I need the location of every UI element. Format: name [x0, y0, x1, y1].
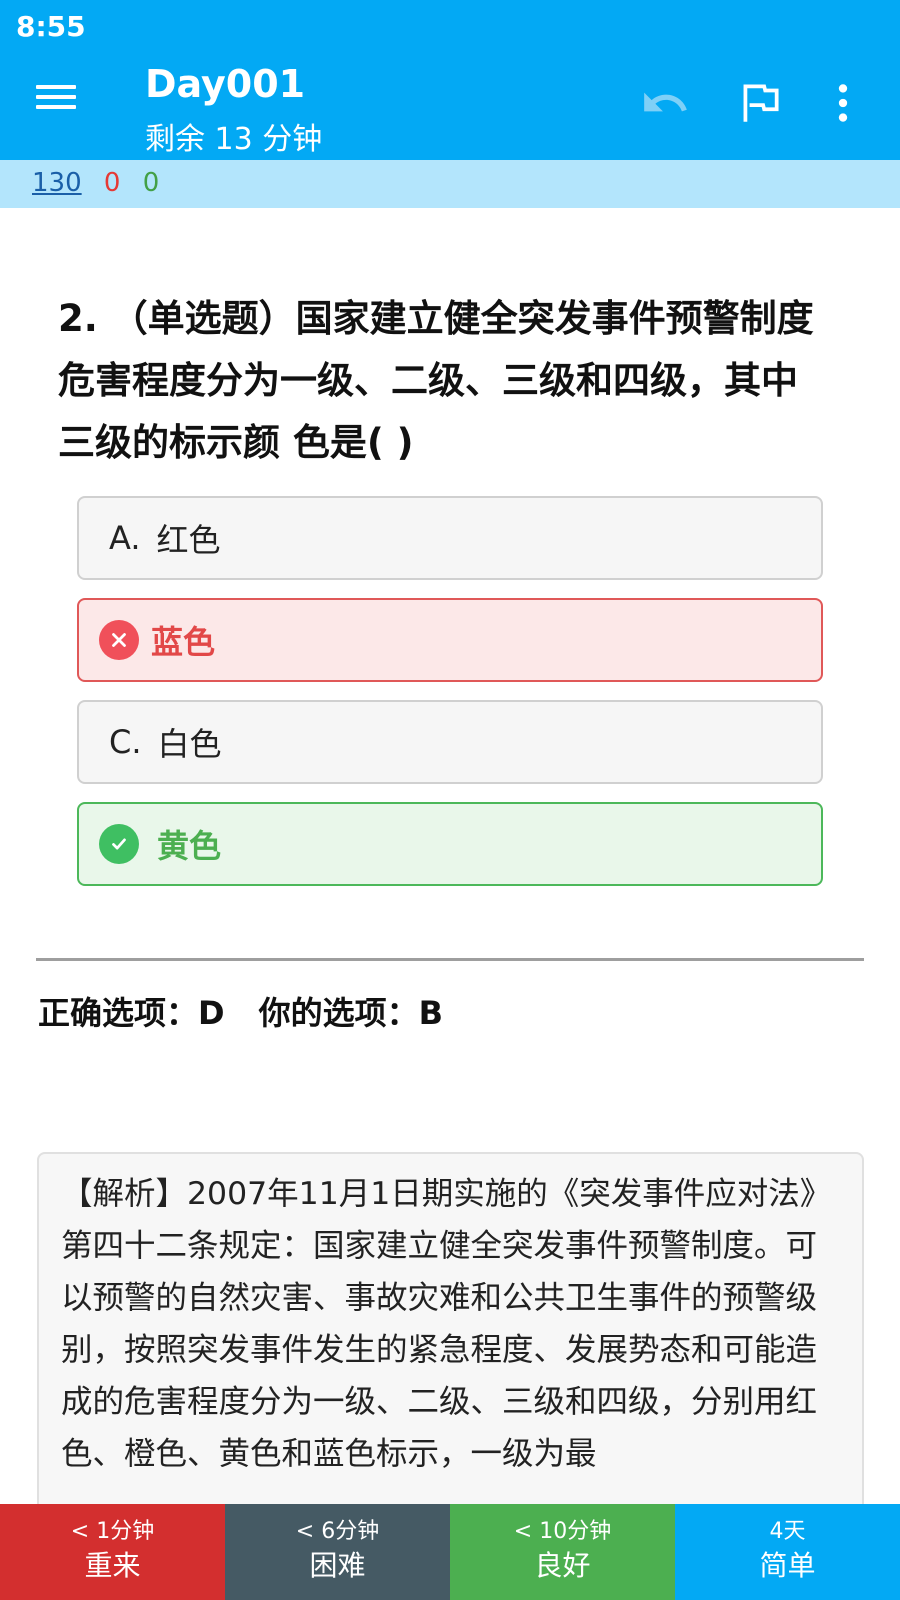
option-b[interactable]: 蓝色 [77, 598, 823, 682]
close-icon [99, 620, 139, 660]
wrong-count: 0 [103, 168, 121, 198]
option-label: 蓝色 [151, 623, 216, 661]
app-bar: Day001 剩余 13 分钟 [0, 50, 900, 160]
correct-answer: 正确选项：D [38, 994, 225, 1032]
page-title: Day001 [145, 62, 306, 106]
interval-label: < 10分钟 [513, 1519, 612, 1544]
right-count: 0 [142, 168, 160, 198]
divider [36, 958, 864, 961]
remaining-time: 剩余 13 分钟 [145, 122, 323, 157]
rating-label: 简单 [759, 1549, 816, 1582]
flag-icon[interactable] [735, 78, 785, 128]
answer-summary: 正确选项：D 你的选项：B [38, 988, 443, 1034]
your-answer: 你的选项：B [258, 994, 443, 1032]
again-button[interactable]: < 1分钟 重来 [0, 1504, 225, 1600]
good-button[interactable]: < 10分钟 良好 [450, 1504, 675, 1600]
interval-label: < 6分钟 [295, 1519, 380, 1544]
easy-button[interactable]: 4天 简单 [675, 1504, 900, 1600]
rating-label: 困难 [309, 1549, 366, 1582]
more-vert-icon[interactable] [818, 78, 868, 128]
status-bar: 8:55 [0, 0, 900, 50]
option-d[interactable]: 黄色 [77, 802, 823, 886]
progress-counts: 130 0 0 [0, 160, 900, 208]
analysis-text: 【解析】2007年11月1日期实施的《突发事件应对法》第四十二条规定：国家建立健… [61, 1176, 832, 1472]
check-icon [99, 824, 139, 864]
rating-bar: < 1分钟 重来 < 6分钟 困难 < 10分钟 良好 4天 简单 [0, 1504, 900, 1600]
undo-icon[interactable] [640, 78, 690, 128]
hard-button[interactable]: < 6分钟 困难 [225, 1504, 450, 1600]
option-letter: A. [109, 519, 141, 557]
option-label: 白色 [157, 725, 222, 763]
option-letter: C. [109, 723, 142, 761]
status-time: 8:55 [16, 10, 86, 43]
option-label: 红色 [156, 521, 221, 559]
question-text: 2. （单选题）国家建立健全突发事件预警制度危害程度分为一级、二级、三级和四级，… [58, 297, 814, 464]
interval-label: 4天 [769, 1519, 806, 1544]
rating-label: 良好 [534, 1549, 591, 1582]
total-count[interactable]: 130 [32, 168, 82, 198]
option-c[interactable]: C. 白色 [77, 700, 823, 784]
option-label: 黄色 [157, 827, 222, 865]
interval-label: < 1分钟 [70, 1519, 155, 1544]
rating-label: 重来 [84, 1549, 141, 1582]
menu-icon[interactable] [36, 80, 76, 120]
option-a[interactable]: A. 红色 [77, 496, 823, 580]
